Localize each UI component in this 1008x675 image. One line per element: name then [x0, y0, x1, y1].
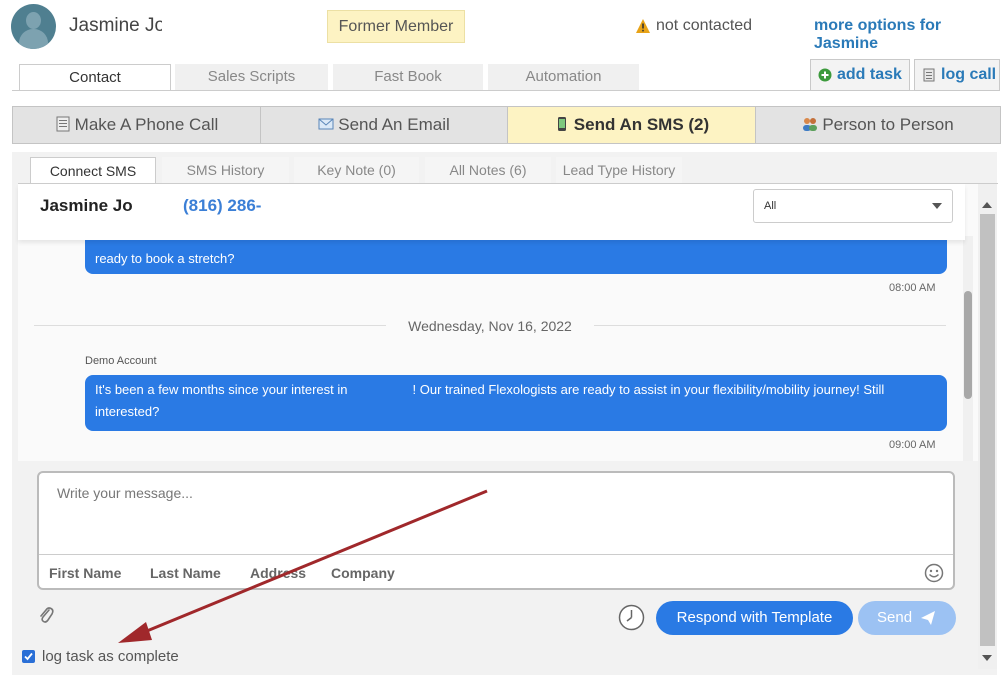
redaction-mask [162, 14, 200, 40]
merge-field-address[interactable]: Address [250, 565, 306, 581]
tab-fast-book[interactable]: Fast Book [333, 64, 483, 90]
thread-scrollbar-thumb[interactable] [964, 291, 972, 399]
add-task-label: add task [837, 66, 902, 83]
scroll-up-arrow-icon[interactable] [982, 202, 992, 208]
message-text: ready to book a stretch? [95, 251, 235, 266]
subtab-key-note[interactable]: Key Note (0) [294, 157, 419, 183]
channel-person-to-person-label: Person to Person [822, 115, 954, 134]
compose-divider [39, 554, 953, 555]
message-sender: Demo Account [85, 355, 157, 367]
emoji-icon[interactable] [924, 563, 944, 583]
schedule-clock-icon[interactable] [618, 604, 645, 631]
message-bubble: It's been a few months since your intere… [85, 375, 947, 431]
mobile-phone-icon [557, 116, 566, 131]
more-options-link[interactable]: more options for Jasmine [814, 17, 1008, 53]
channel-sms-label: Send An SMS (2) [573, 115, 710, 134]
contact-header: Jasmine Jo Former Member not contacted m… [0, 0, 1008, 56]
subtab-all-notes[interactable]: All Notes (6) [425, 157, 551, 183]
compose-box: First Name Last Name Address Company [37, 471, 955, 590]
tab-contact[interactable]: Contact [19, 64, 171, 91]
chevron-down-icon [932, 203, 942, 209]
log-document-icon [923, 68, 935, 82]
envelope-icon [318, 118, 334, 130]
channel-phone-call-label: Make A Phone Call [74, 115, 219, 134]
subtab-lead-type-history[interactable]: Lead Type History [556, 157, 682, 183]
add-task-button[interactable]: add task [810, 59, 910, 91]
respond-with-template-button[interactable]: Respond with Template [656, 601, 853, 635]
channel-email[interactable]: Send An Email [260, 106, 508, 144]
channel-email-label: Send An Email [338, 115, 450, 134]
avatar[interactable] [11, 4, 56, 49]
merge-field-company[interactable]: Company [331, 565, 395, 581]
channel-phone-call[interactable]: Make A Phone Call [12, 106, 261, 144]
message-input[interactable] [47, 479, 945, 551]
avatar-body-shape [19, 29, 48, 49]
contact-name: Jasmine Jo [69, 15, 166, 36]
send-button[interactable]: Send [858, 601, 956, 635]
day-separator-label: Wednesday, Nov 16, 2022 [386, 315, 594, 337]
panel-scrollbar-thumb[interactable] [980, 214, 995, 646]
warning-icon [636, 19, 650, 33]
log-call-label: log call [941, 66, 997, 83]
conversation-phone-number[interactable]: (816) 286- [183, 196, 261, 216]
log-task-checkbox[interactable] [22, 650, 35, 663]
merge-field-first-name[interactable]: First Name [49, 565, 121, 581]
log-call-button[interactable]: log call [914, 59, 1000, 91]
avatar-head-shape [26, 12, 41, 29]
message-filter-select[interactable]: All [753, 189, 953, 223]
checkmark-icon [24, 652, 33, 661]
conversation-header: Jasmine Jo (816) 286- All [18, 184, 965, 240]
people-icon [803, 117, 818, 131]
subtab-connect-sms[interactable]: Connect SMS [30, 157, 156, 184]
member-status-badge: Former Member [327, 10, 465, 43]
message-time: 09:00 AM [889, 439, 936, 451]
subtab-sms-history[interactable]: SMS History [162, 157, 289, 183]
log-task-label: log task as complete [42, 648, 179, 665]
channel-person-to-person[interactable]: Person to Person [755, 106, 1001, 144]
scroll-down-arrow-icon[interactable] [982, 655, 992, 661]
channel-sms[interactable]: Send An SMS (2) [507, 106, 756, 144]
merge-field-last-name[interactable]: Last Name [150, 565, 221, 581]
plus-circle-icon [818, 68, 832, 82]
phone-doc-icon [56, 116, 70, 132]
contact-status-text: not contacted [656, 17, 753, 34]
tab-sales-scripts[interactable]: Sales Scripts [175, 64, 328, 90]
paper-plane-icon [921, 611, 935, 625]
tab-automation[interactable]: Automation [488, 64, 639, 90]
filter-value: All [764, 200, 777, 212]
send-label: Send [877, 609, 913, 626]
conversation-contact-name: Jasmine Jo [40, 196, 133, 215]
message-time: 08:00 AM [889, 282, 936, 294]
paperclip-icon[interactable] [37, 605, 55, 625]
